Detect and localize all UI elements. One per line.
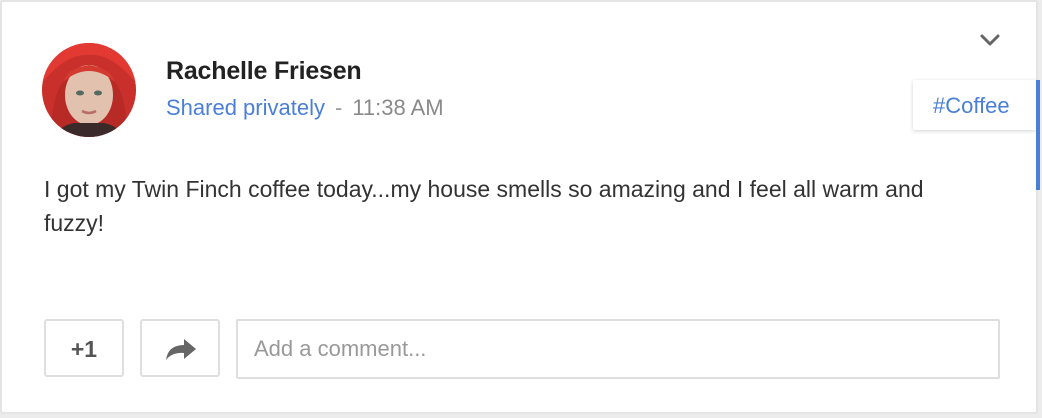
hashtag-accent-bar (1036, 80, 1040, 190)
meta-separator: - (334, 95, 343, 120)
hashtag-chip[interactable]: #Coffee (913, 80, 1036, 130)
post-meta: Shared privately -11:38 AM (166, 95, 444, 121)
post-card: Rachelle Friesen Shared privately -11:38 … (0, 0, 1038, 414)
hashtag-label[interactable]: #Coffee (933, 93, 1010, 119)
chevron-down-icon[interactable] (976, 26, 1004, 54)
plus-one-label: +1 (70, 336, 98, 362)
avatar[interactable] (42, 43, 136, 137)
plus-one-button[interactable]: +1 (44, 319, 124, 377)
post-timestamp[interactable]: 11:38 AM (352, 95, 443, 120)
author-name[interactable]: Rachelle Friesen (166, 57, 362, 86)
avatar-image (42, 43, 136, 137)
share-button[interactable] (140, 319, 220, 377)
post-body: I got my Twin Finch coffee today...my ho… (44, 176, 924, 236)
visibility-link[interactable]: Shared privately (166, 95, 325, 120)
share-arrow-icon (166, 339, 196, 360)
comment-input[interactable] (236, 319, 1000, 379)
